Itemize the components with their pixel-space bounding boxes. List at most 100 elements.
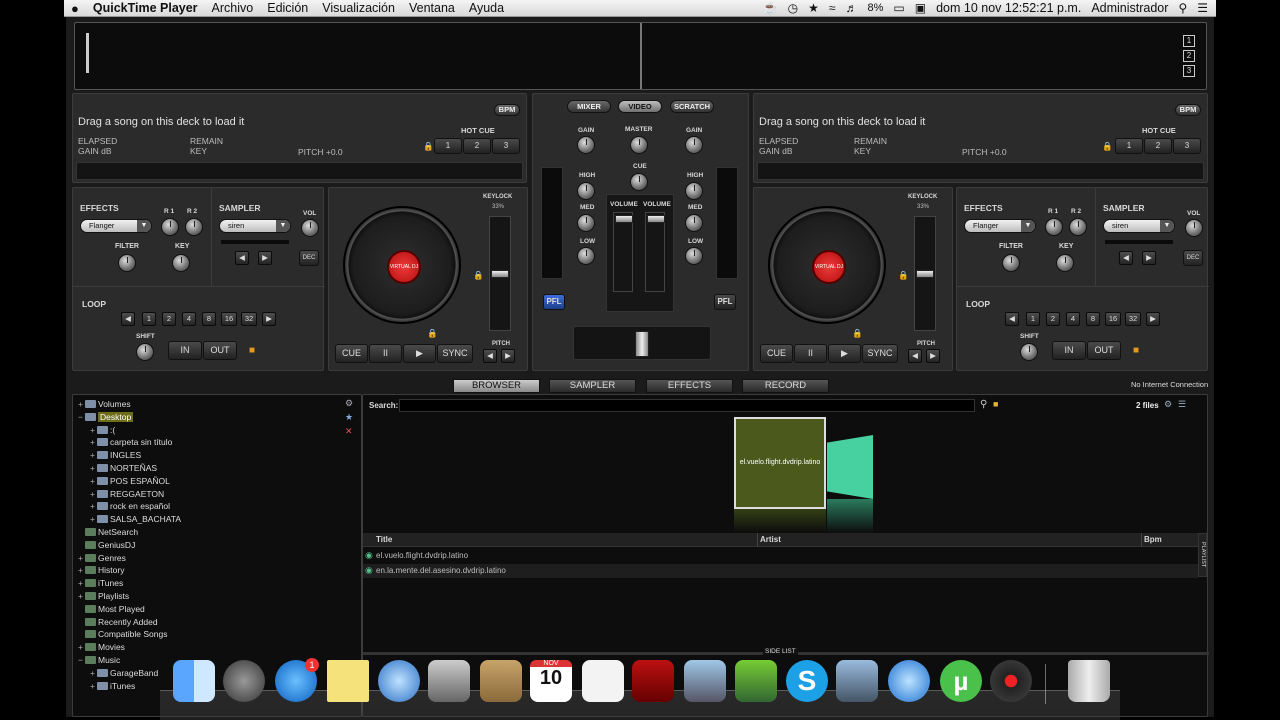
battery-percent[interactable]: 8% [867,2,883,14]
tree-add-icon[interactable]: ⚙ [345,398,353,409]
turntable-right-platter[interactable]: VIRTUAL DJ [768,206,886,324]
fx-left-r2-knob[interactable] [185,218,203,236]
expand-icon[interactable]: + [90,488,97,501]
deck-right-bpm-button[interactable]: BPM [1175,104,1201,116]
mixer-gain-left-knob[interactable] [577,136,595,154]
menu-archivo[interactable]: Archivo [205,1,261,15]
finder-icon[interactable] [173,660,215,702]
tree-remove-icon[interactable]: ✕ [345,426,353,437]
fx-right-loop-prev-button[interactable]: ◀ [1005,312,1019,326]
lock-icon[interactable]: 🔒 [1102,141,1113,152]
list-view-icon[interactable]: ☰ [1178,399,1186,410]
tree-item[interactable]: + iTunes [90,680,135,693]
deck-left-bpm-button[interactable]: BPM [494,104,520,116]
menu-ventana[interactable]: Ventana [402,1,462,15]
lock-icon[interactable]: 🔒 [473,270,484,281]
menu-edicion[interactable]: Edición [260,1,315,15]
deck-left-hot-cue-2[interactable]: 2 [463,138,491,154]
search-options-icon[interactable]: ⚲ [980,399,987,410]
fx-left-out-button[interactable]: OUT [203,341,237,360]
fx-left-effect-select[interactable]: Flanger ▼ [80,219,152,233]
deck-right-hot-cue-1[interactable]: 1 [1115,138,1143,154]
mixer-low-left-knob[interactable] [577,247,595,265]
fx-left-dec-button[interactable]: DEC [299,250,319,266]
fx-right-loop-2[interactable]: 2 [1046,312,1060,326]
deck-left-progress-bar[interactable] [76,162,523,180]
volume-fader-right[interactable] [645,212,665,292]
turntable-left-pitch-slider[interactable] [489,216,511,331]
trash-icon[interactable] [1068,660,1110,702]
playlist-side-tab[interactable]: PLAYLIST [1198,533,1207,577]
collapse-icon[interactable]: − [78,411,85,424]
calendar-icon[interactable]: NOV 10 [530,660,572,702]
fx-right-loop-8[interactable]: 8 [1086,312,1100,326]
fx-right-r1-knob[interactable] [1045,218,1063,236]
skype-icon[interactable]: S [786,660,828,702]
turntable-right-pitch-down[interactable]: ◀ [908,349,922,363]
photo-booth-icon[interactable] [632,660,674,702]
expand-icon[interactable]: + [90,667,97,680]
expand-icon[interactable]: + [90,449,97,462]
clock[interactable]: dom 10 nov 12:52:21 p.m. [936,1,1081,15]
menu-app-name[interactable]: QuickTime Player [86,1,205,15]
fx-left-r1-knob[interactable] [161,218,179,236]
tree-item[interactable]: + REGGAETON [90,488,164,501]
expand-icon[interactable]: + [78,577,85,590]
expand-icon[interactable]: + [78,590,85,603]
crossfader-cap[interactable] [635,331,649,357]
column-bpm[interactable]: Bpm [1144,535,1162,544]
mixer-gain-right-knob[interactable] [685,136,703,154]
expand-icon[interactable]: + [90,436,97,449]
fx-right-r2-knob[interactable] [1069,218,1087,236]
tree-item[interactable]: Most Played [78,603,145,616]
coffee-icon[interactable]: ☕ [763,1,778,15]
mixer-med-left-knob[interactable] [577,214,595,232]
side-list-label[interactable]: SIDE LIST [763,648,798,655]
tree-item[interactable]: + GarageBand [90,667,158,680]
turntable-left-cue-button[interactable]: CUE [335,344,368,363]
tree-item[interactable]: + Movies [78,641,125,654]
fx-left-loop-16[interactable]: 16 [221,312,237,326]
fx-right-shift-knob[interactable] [1020,343,1038,361]
fx-right-key-knob[interactable] [1056,254,1074,272]
user-name[interactable]: Administrador [1091,1,1168,15]
tree-item[interactable]: NetSearch [78,526,138,539]
tree-item[interactable]: + Volumes [78,398,131,411]
lock-icon[interactable]: ■ [1133,345,1139,356]
deck-right-hot-cue-2[interactable]: 2 [1144,138,1172,154]
fx-left-vol-knob[interactable] [301,219,319,237]
volume-fader-left-cap[interactable] [615,215,633,223]
collapse-icon[interactable]: − [78,654,85,667]
deck-number-2[interactable]: 2 [1183,50,1195,62]
expand-icon[interactable]: + [90,680,97,693]
lock-icon[interactable]: 🔒 [898,270,909,281]
launchpad-icon[interactable] [223,660,265,702]
expand-icon[interactable]: + [90,475,97,488]
lock-icon[interactable]: 🔒 [852,328,863,339]
deck-right-progress-bar[interactable] [757,162,1204,180]
turntable-left-pause-button[interactable]: II [369,344,402,363]
mixer-high-left-knob[interactable] [577,182,595,200]
tab-record[interactable]: RECORD [742,379,829,393]
notification-center-icon[interactable]: ☰ [1197,1,1208,15]
tree-item[interactable]: + iTunes [78,577,123,590]
volume-fader-left[interactable] [613,212,633,292]
tree-item[interactable]: + NORTEÑAS [90,462,157,475]
tab-browser[interactable]: BROWSER [453,379,540,393]
fx-right-loop-16[interactable]: 16 [1105,312,1121,326]
tree-item[interactable]: Recently Added [78,616,158,629]
pfl-left-button[interactable]: PFL [543,294,565,310]
cover-flow-main[interactable]: el.vuelo.flight.dvdrip.latino [734,417,826,509]
tree-item[interactable]: Compatible Songs [78,628,167,641]
fx-left-shift-knob[interactable] [136,343,154,361]
turntable-left-pitch-up[interactable]: ▶ [501,349,515,363]
cover-flow-next[interactable] [827,435,873,499]
tree-item[interactable]: + carpeta sin título [90,436,172,449]
mixer-tab-video[interactable]: VIDEO [618,100,662,113]
facetime-icon[interactable] [428,660,470,702]
bluetooth-icon[interactable]: ★ [808,1,819,15]
fx-left-loop-32[interactable]: 32 [241,312,257,326]
mixer-high-right-knob[interactable] [685,182,703,200]
expand-icon[interactable]: + [78,641,85,654]
reminders-icon[interactable] [582,660,624,702]
